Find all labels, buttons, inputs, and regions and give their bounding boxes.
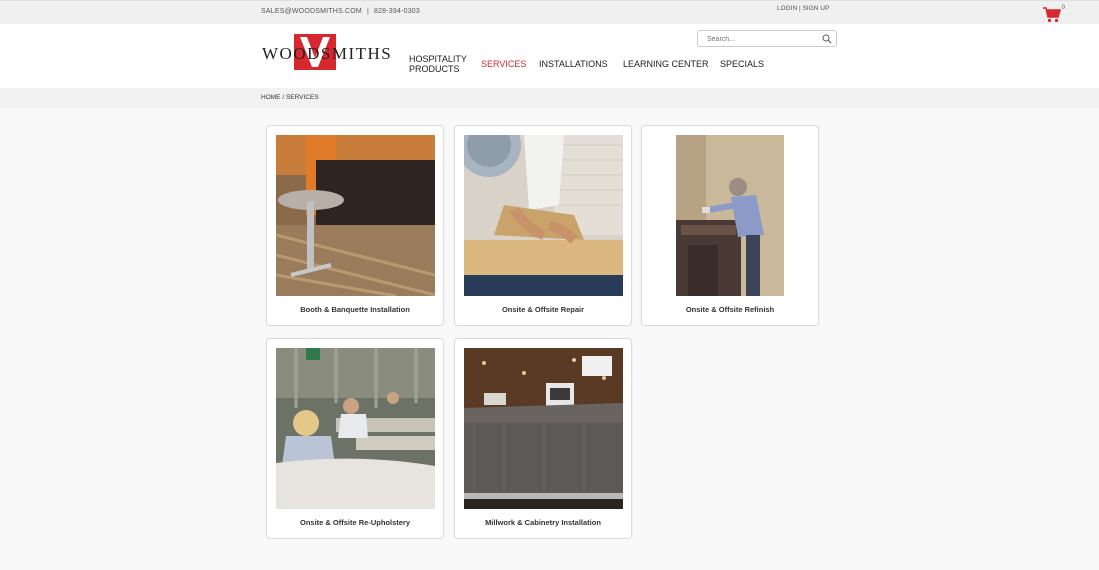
service-card-re-upholstery[interactable]: Onsite & Offsite Re-Upholstery bbox=[266, 338, 444, 539]
service-card-refinish[interactable]: Onsite & Offsite Refinish bbox=[641, 125, 819, 326]
nav-label: SPECIALS bbox=[720, 59, 765, 69]
service-label: Onsite & Offsite Refinish bbox=[685, 305, 775, 314]
service-card-millwork-cabinetry[interactable]: Millwork & Cabinetry Installation bbox=[454, 338, 632, 539]
nav-label: SERVICES bbox=[481, 59, 527, 69]
nav-installations[interactable]: INSTALLATIONS bbox=[539, 59, 608, 69]
service-label: Onsite & Offsite Re-Upholstery bbox=[299, 518, 411, 527]
cart-button[interactable]: 0 bbox=[1043, 5, 1065, 25]
search-icon[interactable] bbox=[822, 34, 832, 44]
auth-separator: | bbox=[799, 5, 801, 12]
nav-specials[interactable]: SPECIALS bbox=[720, 59, 764, 69]
woodsmiths-logo[interactable]: WOODSMITHS bbox=[262, 34, 391, 70]
service-label: Booth & Banquette Installation bbox=[300, 305, 410, 314]
signup-link[interactable]: SIGN UP bbox=[803, 5, 830, 12]
breadcrumb-current: SERVICES bbox=[285, 94, 319, 101]
nav-label-line2: PRODUCTS bbox=[409, 64, 460, 74]
service-label: Millwork & Cabinetry Installation bbox=[485, 518, 601, 527]
nav-label: LEARNING CENTER bbox=[623, 59, 709, 69]
search-input[interactable] bbox=[707, 33, 817, 45]
site-header: WOODSMITHS HOSPITALITY PRODUCTS SERVICES… bbox=[0, 24, 1099, 88]
contact-info: SALES@WOODSMITHS.COM | 828-394-0303 bbox=[261, 8, 420, 15]
contact-separator: | bbox=[366, 8, 369, 15]
logo-text: WOODSMITHS bbox=[262, 44, 393, 63]
nav-label-line1: HOSPITALITY bbox=[409, 54, 467, 64]
search-box bbox=[697, 30, 837, 47]
nav-hospitality-products[interactable]: HOSPITALITY PRODUCTS bbox=[409, 54, 467, 74]
service-label: Onsite & Offsite Repair bbox=[501, 305, 585, 314]
service-card-booth-banquette[interactable]: Booth & Banquette Installation bbox=[266, 125, 444, 326]
phone-link[interactable]: 828-394-0303 bbox=[374, 8, 420, 15]
woodworking-repair-photo bbox=[464, 135, 623, 296]
breadcrumb: HOME / SERVICES bbox=[261, 94, 319, 101]
nav-label: INSTALLATIONS bbox=[539, 59, 608, 69]
top-bar: SALES@WOODSMITHS.COM | 828-394-0303 LOGIN … bbox=[0, 0, 1099, 24]
spray-refinish-photo bbox=[676, 135, 784, 296]
breadcrumb-separator: / bbox=[282, 94, 285, 101]
cart-count: 0 bbox=[1061, 5, 1065, 11]
breadcrumb-home[interactable]: HOME bbox=[261, 94, 281, 101]
service-card-repair[interactable]: Onsite & Offsite Repair bbox=[454, 125, 632, 326]
cart-icon bbox=[1043, 7, 1062, 23]
email-link[interactable]: SALES@WOODSMITHS.COM bbox=[261, 8, 362, 15]
millwork-counter-photo bbox=[464, 348, 623, 509]
booth-banquette-photo bbox=[276, 135, 435, 296]
upholstery-workshop-photo bbox=[276, 348, 435, 509]
nav-services[interactable]: SERVICES bbox=[481, 59, 526, 69]
login-link[interactable]: LOGIN bbox=[777, 5, 797, 12]
auth-links: LOGIN | SIGN UP bbox=[777, 5, 829, 12]
breadcrumb-bar: HOME / SERVICES bbox=[0, 88, 1099, 108]
nav-learning-center[interactable]: LEARNING CENTER bbox=[623, 59, 709, 69]
